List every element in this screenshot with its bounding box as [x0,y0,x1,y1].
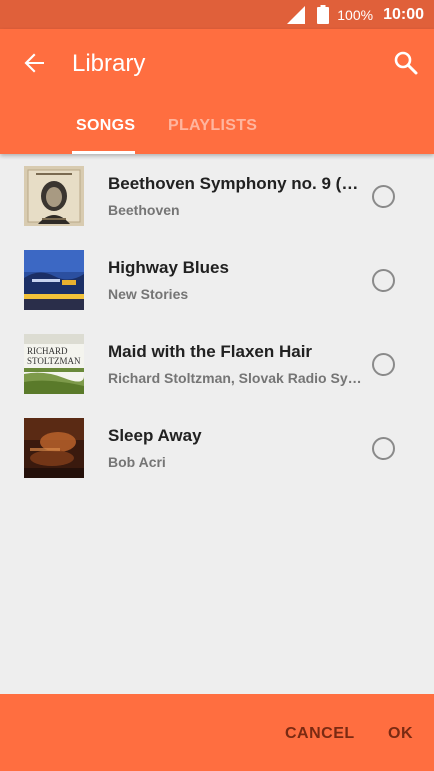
ok-button[interactable]: OK [388,725,413,743]
cancel-button[interactable]: CANCEL [285,725,355,743]
song-row[interactable]: Sleep Away Bob Acri [0,406,434,490]
search-icon[interactable] [392,49,420,77]
song-artist: Bob Acri [108,454,166,470]
cover-text-line-2: STOLTZMAN [27,356,81,366]
select-radio[interactable] [372,185,395,208]
tab-songs[interactable]: SONGS [76,117,135,135]
song-title: Beethoven Symphony no. 9 (Scherzo) [108,174,364,193]
select-radio[interactable] [372,437,395,460]
song-artist: Beethoven [108,202,180,218]
status-bar: 100% 10:00 [0,0,434,29]
song-row[interactable]: RICHARD STOLTZMAN Maid with the Flaxen H… [0,322,434,406]
page-title: Library [72,50,146,77]
album-cover-beethoven [24,166,84,226]
select-radio[interactable] [372,269,395,292]
battery-icon [317,5,330,24]
app-bar: Library SONGS PLAYLISTS [0,29,434,154]
song-row[interactable]: Highway Blues New Stories [0,238,434,322]
song-title: Sleep Away [108,426,202,445]
album-cover-richard-stoltzman: RICHARD STOLTZMAN [24,334,84,394]
cover-text-line-1: RICHARD [27,346,68,356]
album-cover-new-stories [24,250,84,310]
song-title: Maid with the Flaxen Hair [108,342,313,361]
song-artist: Richard Stoltzman, Slovak Radio Symphony… [108,370,364,386]
album-cover-bob-acri [24,418,84,478]
signal-icon [287,5,306,24]
tab-playlists[interactable]: PLAYLISTS [168,117,257,135]
song-title: Highway Blues [108,258,229,277]
select-radio[interactable] [372,353,395,376]
arrow-left-icon[interactable] [20,49,48,77]
song-artist: New Stories [108,286,189,302]
clock: 10:00 [383,5,424,23]
battery-percent: 100% [337,6,374,23]
song-row[interactable]: Beethoven Symphony no. 9 (Scherzo) Beeth… [0,154,434,238]
dialog-footer: CANCEL OK [0,694,434,771]
